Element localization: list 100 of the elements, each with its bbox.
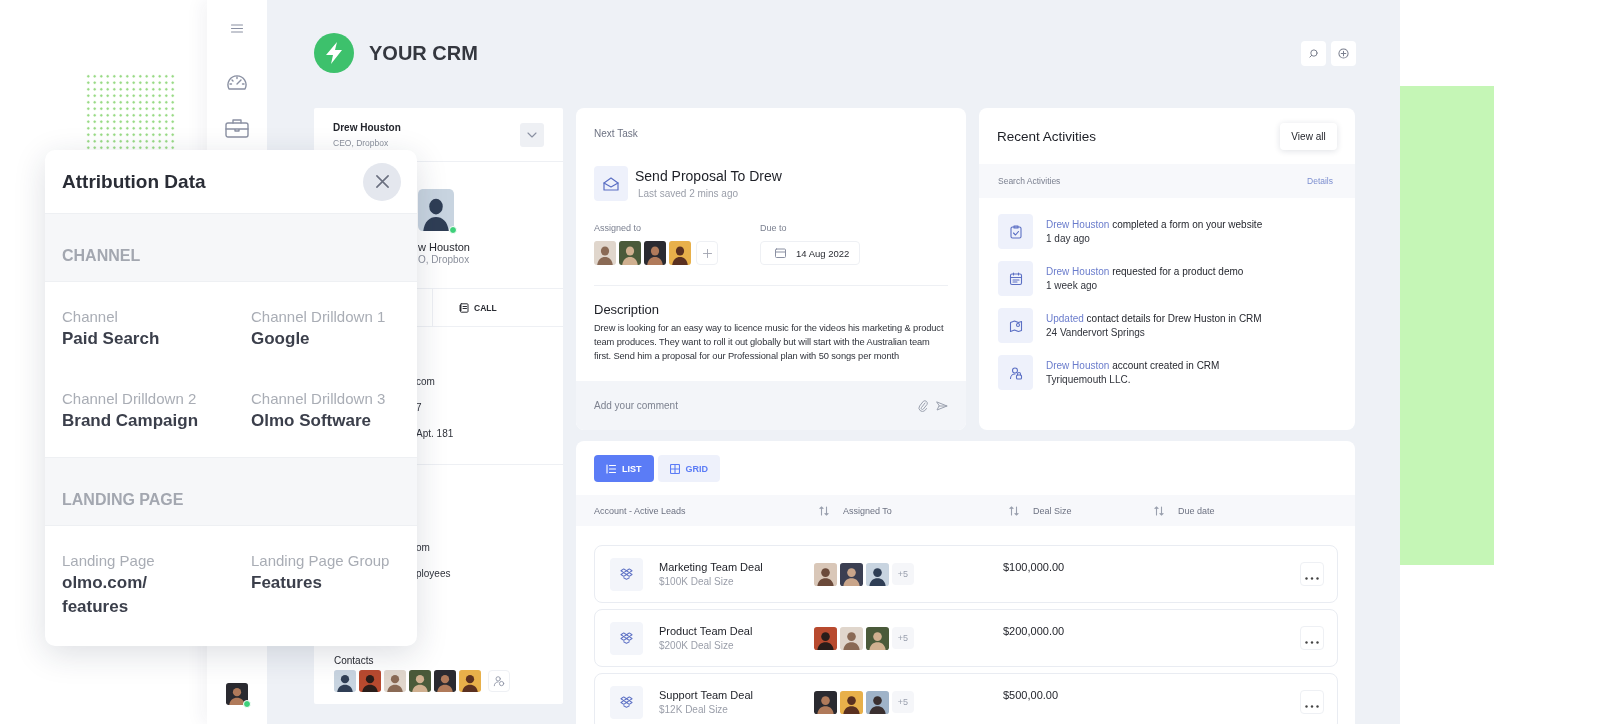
menu-button[interactable] (231, 24, 243, 33)
field-label: Assigned to (594, 223, 643, 233)
menu-icon (231, 24, 243, 33)
field-value: Features (251, 572, 323, 594)
deal-amount: $500,00.00 (1003, 688, 1060, 701)
sort-icon[interactable] (819, 505, 829, 516)
activity-link[interactable]: Drew Houston (1046, 218, 1110, 230)
more-button[interactable] (1300, 626, 1324, 650)
activity-text: Drew Houston account created in CRM (1046, 358, 1220, 373)
field-label: Channel (62, 307, 119, 327)
chevron-down-icon (527, 131, 537, 138)
task-title: Send Proposal To Drew (635, 168, 782, 184)
column-header: Account - Active Leads (594, 505, 687, 516)
paperclip-icon (918, 399, 928, 412)
avatar (814, 690, 837, 714)
dashboard-button[interactable] (226, 72, 248, 92)
avatar (359, 670, 381, 692)
contact-role: CEO, Dropbox (333, 137, 390, 148)
grid-icon (669, 463, 680, 474)
search-icon (1309, 48, 1318, 58)
logo-icon (314, 33, 354, 73)
deal-name: Support Team Deal (659, 689, 754, 701)
search-button[interactable] (1301, 40, 1326, 66)
more-icon (1305, 577, 1319, 580)
contact-name: Drew Houston (333, 121, 401, 133)
contacts-label: Contacts (334, 655, 375, 667)
sort-icon[interactable] (1009, 505, 1019, 516)
deal-name: Marketing Team Deal (659, 561, 764, 573)
avatar (384, 670, 406, 692)
user-lock-icon (998, 355, 1033, 390)
more-button[interactable] (1300, 562, 1324, 586)
avatar (434, 670, 456, 692)
send-button[interactable] (936, 400, 948, 411)
envelope-icon (594, 166, 628, 201)
profile-role: O, Dropbox (418, 254, 471, 266)
avatar (814, 626, 837, 650)
view-all-button[interactable]: View all (1280, 122, 1337, 150)
deal-size-label: $12K Deal Size (659, 704, 729, 715)
activity-link[interactable]: Drew Houston (1046, 265, 1110, 277)
deal-amount: $200,000.00 (1003, 624, 1066, 637)
more-button[interactable] (1300, 690, 1324, 714)
avatar (669, 241, 691, 265)
section-heading: LANDING PAGE (45, 457, 417, 526)
search-field[interactable]: Search Activities (998, 176, 1307, 186)
field-label: Channel Drilldown 2 (62, 389, 198, 409)
stacked-diamonds-icon (610, 621, 643, 655)
avatar (619, 241, 641, 265)
calendar-icon (998, 261, 1033, 296)
avatar (409, 670, 431, 692)
card-title: Recent Activities (997, 128, 1097, 144)
description-title: Description (594, 302, 661, 317)
detail-text: com (416, 375, 436, 389)
add-button[interactable] (1331, 40, 1356, 66)
add-contact-button[interactable] (488, 670, 510, 692)
date-field[interactable]: 14 Aug 2022 (760, 241, 860, 265)
details-link[interactable]: Details (1307, 176, 1333, 186)
stacked-diamonds-icon (610, 557, 643, 591)
field-value: Google (251, 328, 311, 350)
add-icon (1338, 47, 1349, 59)
panel-title: Attribution Data (62, 170, 206, 193)
more-assignees-count: +5 (892, 691, 914, 713)
close-button[interactable] (363, 162, 401, 201)
activity-detail: Tyriquemouth LLC. (1046, 372, 1132, 387)
calendar-icon (775, 248, 786, 258)
list-icon (606, 463, 616, 474)
field-value: Olmo Software (251, 410, 372, 432)
briefcase-button[interactable] (225, 118, 249, 138)
field-value: olmo.com/features (62, 572, 148, 618)
column-header: Due date (1178, 505, 1216, 516)
deal-size-label: $100K Deal Size (659, 576, 735, 587)
field-label: Landing Page (62, 551, 156, 571)
column-header: Assigned To (843, 505, 893, 516)
section-heading: CHANNEL (45, 213, 417, 282)
avatar (840, 562, 863, 586)
contact-card-icon (998, 308, 1033, 343)
send-icon (936, 400, 948, 411)
profile-name: w Houston (418, 241, 471, 254)
activity-link[interactable]: Updated (1046, 312, 1084, 324)
avatar (644, 241, 666, 265)
attach-button[interactable] (918, 399, 928, 412)
activity-text: Drew Houston requested for a product demo (1046, 264, 1244, 279)
close-icon (374, 174, 390, 189)
call-button[interactable]: CALL (459, 289, 497, 326)
saved-time: Last saved 2 mins ago (637, 188, 740, 199)
avatar (459, 670, 481, 692)
description-text: Drew is looking for an easy way to licence music for the videos his marketing & product team produces. They want to roll it out globally but will start with the Australian team first. Send him a proposal for our Professional plan with 50 songs per month (594, 322, 945, 363)
clipboard-check-icon (998, 214, 1033, 249)
sort-icon[interactable] (1154, 505, 1164, 516)
dropdown-button[interactable] (520, 122, 544, 147)
field-label: Due to (760, 223, 788, 233)
avatar (840, 626, 863, 650)
view-tab[interactable]: LIST (594, 455, 654, 482)
notebook-icon (459, 302, 469, 313)
field-label: Channel Drilldown 3 (251, 389, 387, 409)
activity-link[interactable]: Drew Houston (1046, 359, 1110, 371)
briefcase-icon (225, 118, 249, 138)
add-assignee-button[interactable] (696, 241, 718, 265)
view-tab[interactable]: GRID (657, 455, 720, 482)
avatar (226, 683, 248, 705)
comment-field[interactable]: Add your comment (594, 400, 910, 411)
